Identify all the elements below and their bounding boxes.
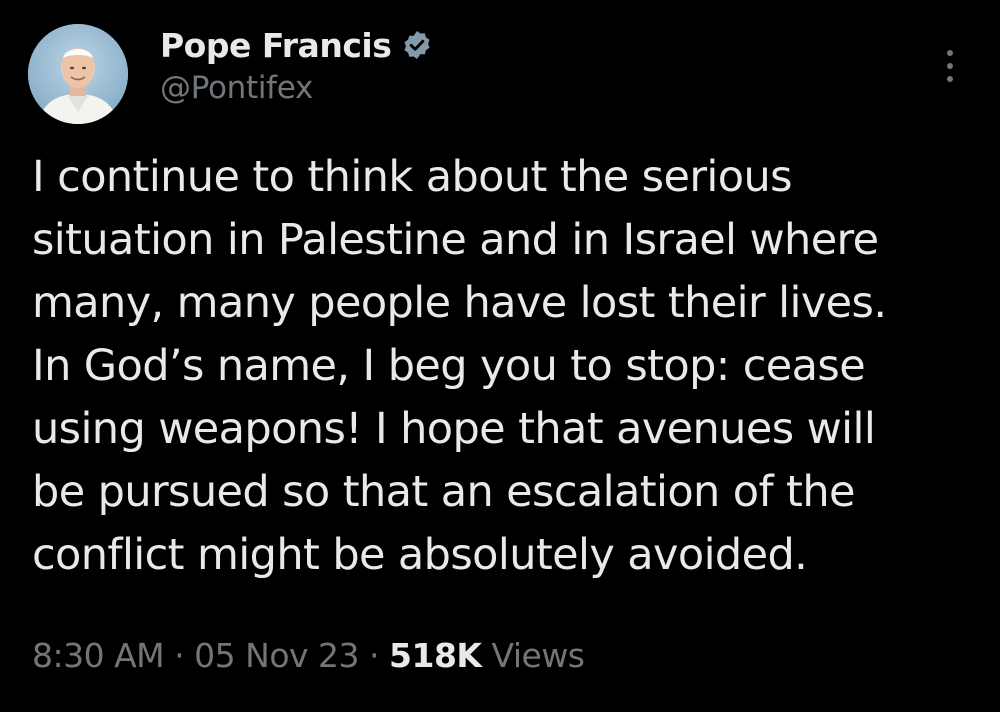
tweet-text-line: In God’s name, I beg you to stop: cease <box>32 341 866 391</box>
name-row: Pope Francis <box>160 22 433 68</box>
profile-photo-icon <box>28 24 128 124</box>
meta-separator: · <box>174 636 185 675</box>
tweet-date[interactable]: 05 Nov 23 <box>194 636 359 675</box>
tweet-text-line: I continue to think about the serious <box>32 152 793 202</box>
meta-separator: · <box>369 636 380 675</box>
tweet-text-line: situation in Palestine and in Israel whe… <box>32 215 879 265</box>
tweet-meta: 8:30 AM · 05 Nov 23 · 518K Views <box>32 636 585 675</box>
views-count[interactable]: 518K <box>389 636 482 675</box>
more-dot <box>947 63 953 69</box>
more-options-icon[interactable] <box>938 46 962 86</box>
tweet-time[interactable]: 8:30 AM <box>32 636 165 675</box>
author-handle[interactable]: @Pontifex <box>160 70 433 106</box>
author-avatar[interactable] <box>28 24 128 124</box>
verified-badge-icon[interactable] <box>401 29 433 61</box>
more-dot <box>947 50 953 56</box>
tweet-text: I continue to think about the serious si… <box>32 146 982 587</box>
more-dot <box>947 76 953 82</box>
views-label: Views <box>491 636 586 675</box>
tweet-text-line: conflict might be absolutely avoided. <box>32 530 808 580</box>
tweet-text-line: using weapons! I hope that avenues will <box>32 404 876 454</box>
tweet-text-line: be pursued so that an escalation of the <box>32 467 855 517</box>
tweet-text-line: many, many people have lost their lives. <box>32 278 887 328</box>
author-display-name[interactable]: Pope Francis <box>160 26 392 65</box>
tweet-card: Pope Francis @Pontifex I continue to thi… <box>0 0 1000 712</box>
tweet-header: Pope Francis @Pontifex <box>160 22 433 106</box>
